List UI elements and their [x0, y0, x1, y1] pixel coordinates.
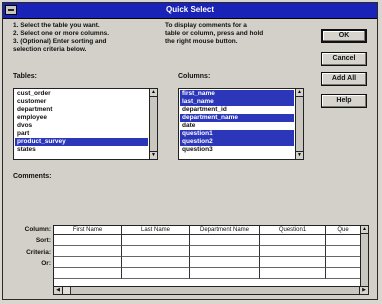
instruction-line: 2. Select one or more columns.	[13, 30, 110, 37]
grid-header[interactable]: Question1	[260, 226, 326, 235]
list-item[interactable]: department	[15, 106, 148, 114]
cancel-button[interactable]: Cancel	[321, 52, 367, 66]
list-item[interactable]: question2	[180, 138, 294, 146]
comments-label: Comments:	[13, 173, 52, 180]
title-bar: Quick Select	[3, 3, 377, 19]
list-item[interactable]: department_name	[180, 114, 294, 122]
grid-row-label-sort: Sort:	[35, 237, 51, 244]
grid-cell[interactable]	[190, 257, 260, 268]
grid-cell[interactable]	[190, 268, 260, 279]
grid-header[interactable]: Que	[326, 226, 360, 235]
list-item[interactable]: product_survey	[15, 138, 148, 146]
scroll-left-icon[interactable]: ◀	[54, 287, 63, 294]
instructions: 1. Select the table you want. 2. Select …	[13, 22, 173, 54]
grid-header[interactable]: Department Name	[190, 226, 260, 235]
quick-select-dialog: Quick Select 1. Select the table you wan…	[2, 2, 378, 300]
tip-line: the right mouse button.	[165, 38, 238, 45]
grid-cell[interactable]	[122, 268, 190, 279]
grid-cell[interactable]	[54, 268, 122, 279]
grid-cell[interactable]	[122, 235, 190, 246]
grid-vertical-scrollbar[interactable]: ▲	[360, 226, 368, 286]
columns-list[interactable]: first_name last_name department_id departme…	[178, 88, 304, 160]
columns-label: Columns:	[178, 73, 211, 80]
grid-cell[interactable]	[122, 246, 190, 257]
instruction-line: 3. (Optional) Enter sorting and	[13, 38, 107, 45]
grid-cell[interactable]	[326, 268, 360, 279]
grid-cell[interactable]	[260, 246, 326, 257]
window-title: Quick Select	[165, 5, 215, 14]
scroll-down-icon[interactable]: ▼	[150, 151, 157, 159]
criteria-grid[interactable]: First Name Last Name Department Name Que…	[53, 225, 369, 295]
list-item[interactable]: department_id	[180, 106, 294, 114]
tip-line: table or column, press and hold	[165, 30, 264, 37]
grid-header[interactable]: First Name	[54, 226, 122, 235]
scroll-right-icon[interactable]: ▶	[359, 287, 368, 294]
list-item[interactable]: last_name	[180, 98, 294, 106]
grid-cell[interactable]	[190, 235, 260, 246]
instruction-line: 1. Select the table you want.	[13, 22, 100, 29]
list-item[interactable]: question1	[180, 130, 294, 138]
scroll-up-icon[interactable]: ▲	[150, 89, 157, 97]
columns-scrollbar[interactable]: ▲ ▼	[295, 89, 303, 159]
help-button[interactable]: Help	[321, 94, 367, 108]
grid-header[interactable]: Last Name	[122, 226, 190, 235]
grid-cell[interactable]	[260, 235, 326, 246]
grid-cell[interactable]	[54, 235, 122, 246]
tables-list[interactable]: cust_order customer department employee dvos…	[13, 88, 158, 160]
list-item[interactable]: dvos	[15, 122, 148, 130]
add-all-button[interactable]: Add All	[321, 72, 367, 86]
tables-label: Tables:	[13, 73, 37, 80]
grid-cell[interactable]	[326, 257, 360, 268]
instruction-line: selection criteria below.	[13, 46, 87, 53]
scroll-up-icon[interactable]: ▲	[296, 89, 303, 97]
grid-cell[interactable]	[122, 257, 190, 268]
grid-row-label-criteria: Criteria:	[26, 249, 51, 256]
grid-cell[interactable]	[54, 246, 122, 257]
grid-cell[interactable]	[54, 257, 122, 268]
ok-button[interactable]: OK	[321, 29, 367, 43]
list-item[interactable]: states	[15, 146, 148, 154]
grid-cell[interactable]	[326, 235, 360, 246]
tables-scrollbar[interactable]: ▲ ▼	[149, 89, 157, 159]
comment-tip: To display comments for a table or colum…	[165, 22, 305, 46]
grid-cell[interactable]	[260, 268, 326, 279]
grid-cell[interactable]	[190, 246, 260, 257]
list-item[interactable]: part	[15, 130, 148, 138]
list-item[interactable]: first_name	[180, 90, 294, 98]
scroll-down-icon[interactable]: ▼	[296, 151, 303, 159]
grid-cell[interactable]	[326, 246, 360, 257]
list-item[interactable]: cust_order	[15, 90, 148, 98]
scroll-up-icon[interactable]: ▲	[361, 226, 368, 234]
grid-cell[interactable]	[260, 257, 326, 268]
list-item[interactable]: question3	[180, 146, 294, 154]
list-item[interactable]: date	[180, 122, 294, 130]
grid-horizontal-scrollbar[interactable]: ◀ ▶	[54, 286, 368, 294]
tip-line: To display comments for a	[165, 22, 247, 29]
scroll-thumb[interactable]	[63, 287, 71, 294]
grid-row-label-column: Column:	[24, 226, 51, 233]
criteria-grid-area: Column: Sort: Criteria: Or: First Name L…	[11, 225, 369, 295]
grid-row-label-or: Or:	[41, 260, 51, 267]
list-item[interactable]: employee	[15, 114, 148, 122]
list-item[interactable]: customer	[15, 98, 148, 106]
